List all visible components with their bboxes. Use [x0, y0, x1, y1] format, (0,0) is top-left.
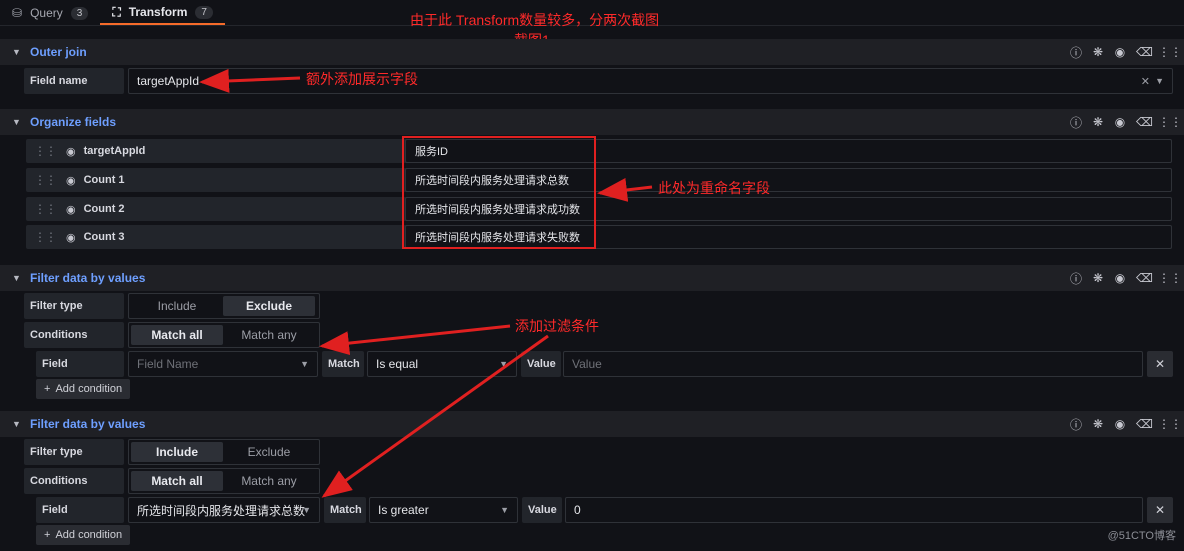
arrow-add-filter-2: [321, 334, 549, 498]
arrow-add-filter-1: [319, 324, 511, 356]
watermark: @51CTO博客: [1107, 530, 1176, 542]
annotation-arrows: [199, 68, 653, 498]
arrow-rename: [597, 177, 653, 202]
arrow-extra-field: [199, 68, 301, 93]
